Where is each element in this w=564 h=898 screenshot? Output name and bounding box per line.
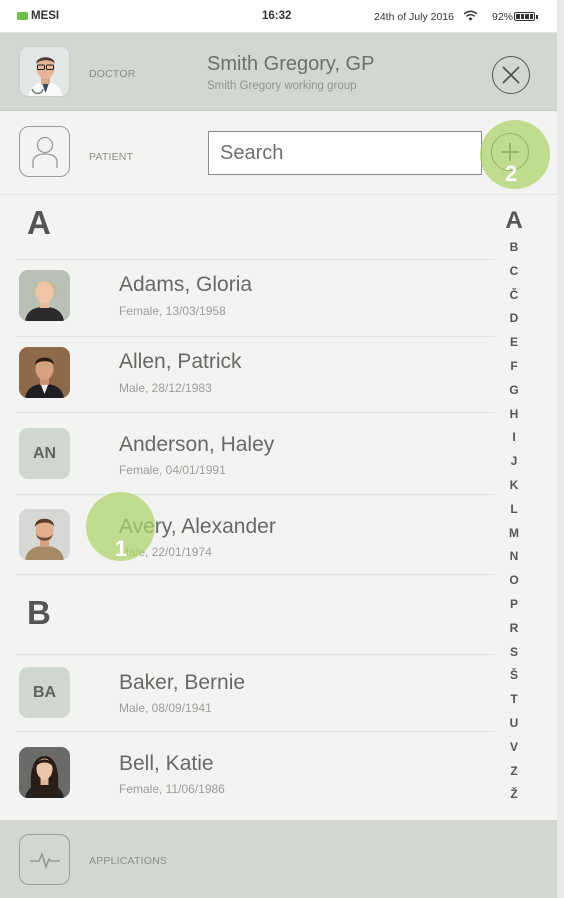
index-letter[interactable]: Ž (498, 783, 530, 807)
status-bar: MESI 16:32 24th of July 2016 92% (0, 0, 557, 33)
patient-avatar (19, 747, 70, 798)
patient-name: Anderson, Haley (119, 433, 275, 456)
wifi-icon (463, 10, 478, 21)
add-patient-button[interactable] (491, 133, 529, 171)
battery-percent: 92% (492, 11, 514, 23)
patient-info: Female, 11/06/1986 (119, 782, 225, 796)
section-divider (16, 574, 495, 654)
close-button[interactable] (492, 56, 530, 94)
patient-name: Bell, Katie (119, 752, 214, 775)
carrier-name: MESI (31, 10, 60, 22)
patient-info: Female, 04/01/1991 (119, 463, 226, 477)
list-item[interactable]: Allen, Patrick Male, 28/12/1983 (16, 336, 495, 414)
section-letter: A (27, 204, 51, 241)
list-item[interactable]: Bell, Katie Female, 11/06/1986 (16, 731, 495, 820)
battery-icon (514, 12, 538, 21)
index-letter[interactable]: S (498, 641, 530, 665)
patient-info: Male, 08/09/1941 (119, 701, 212, 715)
doctor-name: Smith Gregory, GP (207, 53, 375, 75)
patient-initials: BA (19, 667, 70, 718)
index-letter[interactable]: T (498, 688, 530, 712)
index-letter[interactable]: V (498, 736, 530, 760)
section-letter: B (27, 594, 51, 631)
index-letter[interactable]: A (498, 205, 530, 236)
index-letter[interactable]: J (498, 450, 530, 474)
index-letter[interactable]: R (498, 617, 530, 641)
index-letter[interactable]: Š (498, 664, 530, 688)
patient-button[interactable] (19, 126, 70, 177)
index-letter[interactable]: Z (498, 760, 530, 784)
index-letter[interactable]: B (498, 236, 530, 260)
patient-initials: AN (19, 428, 70, 479)
footer-bar: APPLICATIONS (0, 820, 557, 898)
index-letter[interactable]: O (498, 569, 530, 593)
app-screen: MESI 16:32 24th of July 2016 92% DOCTOR … (0, 0, 557, 898)
index-letter[interactable]: U (498, 712, 530, 736)
patient-role-label: PATIENT (89, 151, 134, 163)
index-letter[interactable]: C (498, 260, 530, 284)
list-item[interactable]: AN Anderson, Haley Female, 04/01/1991 (16, 412, 495, 494)
index-letter[interactable]: Č (498, 284, 530, 308)
index-letter[interactable]: F (498, 355, 530, 379)
person-icon (31, 136, 58, 168)
patient-bar: PATIENT (0, 111, 557, 195)
index-letter[interactable]: D (498, 307, 530, 331)
charging-icon (17, 12, 28, 20)
patient-name: Avery, Alexander (119, 515, 276, 538)
index-letter[interactable]: M (498, 522, 530, 546)
doctor-avatar (19, 46, 70, 97)
carrier: MESI (17, 10, 59, 22)
screen-edge (557, 0, 564, 898)
patient-name: Allen, Patrick (119, 350, 242, 373)
patient-avatar (19, 270, 70, 321)
index-letter[interactable]: L (498, 498, 530, 522)
patient-list: A Adams, Gloria Female, 13/03/1958 Allen… (0, 196, 497, 820)
patient-avatar (19, 347, 70, 398)
status-time: 16:32 (262, 10, 292, 22)
doctor-group: Smith Gregory working group (207, 80, 357, 92)
heartbeat-icon (29, 851, 60, 869)
index-letter[interactable]: K (498, 474, 530, 498)
index-letter[interactable]: P (498, 593, 530, 617)
applications-button[interactable] (19, 834, 70, 885)
patient-name: Adams, Gloria (119, 273, 253, 296)
list-item[interactable]: Adams, Gloria Female, 13/03/1958 (16, 259, 495, 337)
applications-label: APPLICATIONS (89, 855, 168, 867)
index-letter[interactable]: I (498, 426, 530, 450)
alphabet-index[interactable]: ABCČDEFGHIJKLMNOPRSŠTUVZŽ (498, 205, 530, 807)
doctor-header: DOCTOR Smith Gregory, GP Smith Gregory w… (0, 33, 557, 111)
index-letter[interactable]: N (498, 545, 530, 569)
status-date: 24th of July 2016 (374, 11, 454, 23)
patient-info: Male, 22/01/1974 (119, 545, 212, 559)
patient-info: Male, 28/12/1983 (119, 381, 212, 395)
index-letter[interactable]: G (498, 379, 530, 403)
list-item[interactable]: Avery, Alexander Male, 22/01/1974 (16, 494, 495, 574)
doctor-role-label: DOCTOR (89, 68, 136, 80)
index-letter[interactable]: E (498, 331, 530, 355)
patient-info: Female, 13/03/1958 (119, 304, 226, 318)
list-item[interactable]: BA Baker, Bernie Male, 08/09/1941 (16, 654, 495, 732)
patient-name: Baker, Bernie (119, 671, 246, 694)
index-letter[interactable]: H (498, 403, 530, 427)
search-input[interactable] (208, 131, 482, 175)
plus-circle-icon (501, 143, 519, 161)
close-icon (502, 66, 520, 84)
patient-avatar (19, 509, 70, 560)
